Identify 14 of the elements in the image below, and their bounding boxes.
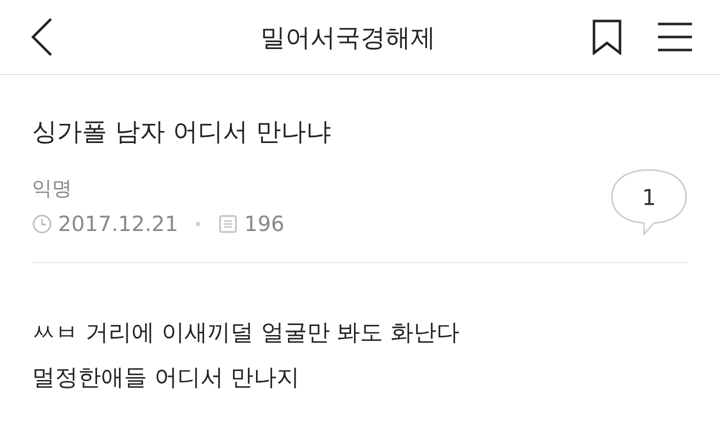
comment-count-bubble[interactable]: 1 (610, 168, 688, 236)
menu-icon[interactable] (658, 22, 692, 52)
view-count: 196 (244, 212, 284, 236)
body-text-line: ㅆㅂ 거리에 이새끼덜 얼굴만 봐도 화난다 (32, 319, 461, 348)
bookmark-icon[interactable] (592, 19, 622, 55)
clock-icon (32, 214, 52, 234)
back-icon[interactable] (30, 17, 54, 57)
post-title: 싱가폴 남자 어디서 만나냐 (32, 116, 332, 148)
separator-dot (196, 222, 200, 226)
post-date: 2017.12.21 (58, 212, 178, 236)
board-title: 밀어서국경해제 (260, 22, 436, 54)
document-icon (218, 214, 238, 234)
body-text-line: 멀정한애들 어디서 만나지 (32, 364, 301, 393)
author-name: 익명 (32, 174, 73, 202)
